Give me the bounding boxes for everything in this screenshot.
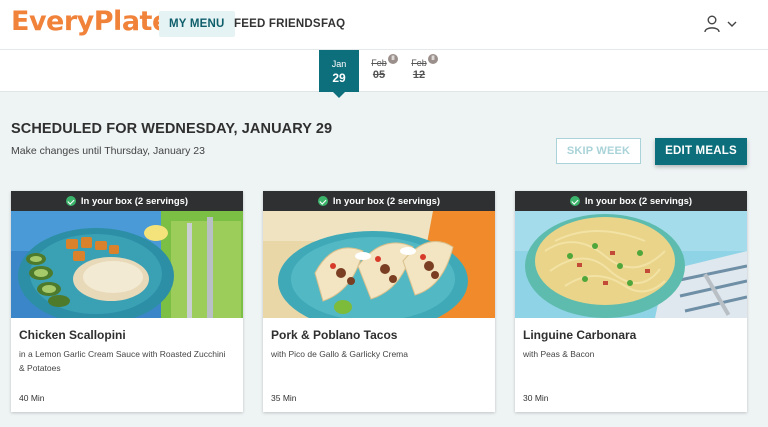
date-tab-active[interactable]: Jan 29 xyxy=(319,50,359,92)
active-date-pointer xyxy=(333,92,345,98)
meal-photo xyxy=(11,211,243,318)
meal-name[interactable]: Linguine Carbonara xyxy=(523,328,636,342)
in-box-badge: In your box (2 servings) xyxy=(515,191,747,211)
skip-week-button[interactable]: SKIP WEEK xyxy=(556,138,641,164)
meal-description: with Pico de Gallo & Garlicky Crema xyxy=(271,349,408,359)
schedule-deadline: Make changes until Thursday, January 23 xyxy=(11,145,205,157)
date-day: 12 xyxy=(412,69,426,81)
date-month: Feb xyxy=(411,58,427,68)
nav-my-menu[interactable]: MY MENU xyxy=(159,11,235,37)
meal-photo xyxy=(515,211,747,318)
pause-icon: II xyxy=(428,54,438,64)
chevron-down-icon[interactable] xyxy=(727,20,737,28)
in-box-badge: In your box (2 servings) xyxy=(263,191,495,211)
pause-icon: II xyxy=(388,54,398,64)
date-day: 05 xyxy=(372,69,386,81)
meal-description: in a Lemon Garlic Cream Sauce with Roast… xyxy=(19,349,226,373)
in-box-badge: In your box (2 servings) xyxy=(11,191,243,211)
check-icon xyxy=(65,196,76,206)
everyplate-logo[interactable]: EveryPlate xyxy=(11,6,170,37)
nav-faq[interactable]: FAQ xyxy=(321,11,345,37)
meal-name[interactable]: Chicken Scallopini xyxy=(19,328,126,342)
schedule-title: SCHEDULED FOR WEDNESDAY, JANUARY 29 xyxy=(11,121,333,137)
delivery-date-strip: Jan 29 Feb 05 II Feb 12 II xyxy=(0,49,768,98)
date-tab-feb-05[interactable]: Feb 05 II xyxy=(368,54,398,81)
meal-card[interactable]: In your box (2 servings) Pork & Poblano … xyxy=(263,191,495,412)
meal-description: with Peas & Bacon xyxy=(523,349,595,359)
meal-time: 35 Min xyxy=(271,393,297,403)
user-icon[interactable] xyxy=(704,15,720,33)
in-box-label: In your box (2 servings) xyxy=(332,195,441,207)
date-tab-feb-12[interactable]: Feb 12 II xyxy=(408,54,438,81)
check-icon xyxy=(569,196,580,206)
date-month: Feb xyxy=(371,58,387,68)
meal-time: 30 Min xyxy=(523,393,549,403)
meal-card[interactable]: In your box (2 servings) Linguine Carbon… xyxy=(515,191,747,412)
meal-photo xyxy=(263,211,495,318)
date-month: Jan xyxy=(331,59,347,69)
meal-name[interactable]: Pork & Poblano Tacos xyxy=(271,328,397,342)
edit-meals-button[interactable]: EDIT MEALS xyxy=(655,138,747,165)
date-day: 29 xyxy=(332,71,346,85)
top-header: EveryPlate MY MENU FEED FRIENDS FAQ xyxy=(0,0,768,49)
meal-card[interactable]: In your box (2 servings) Chicken Scallop… xyxy=(11,191,243,412)
in-box-label: In your box (2 servings) xyxy=(584,195,693,207)
meal-time: 40 Min xyxy=(19,393,45,403)
in-box-label: In your box (2 servings) xyxy=(80,195,189,207)
nav-feed-friends[interactable]: FEED FRIENDS xyxy=(234,11,321,37)
check-icon xyxy=(317,196,328,206)
